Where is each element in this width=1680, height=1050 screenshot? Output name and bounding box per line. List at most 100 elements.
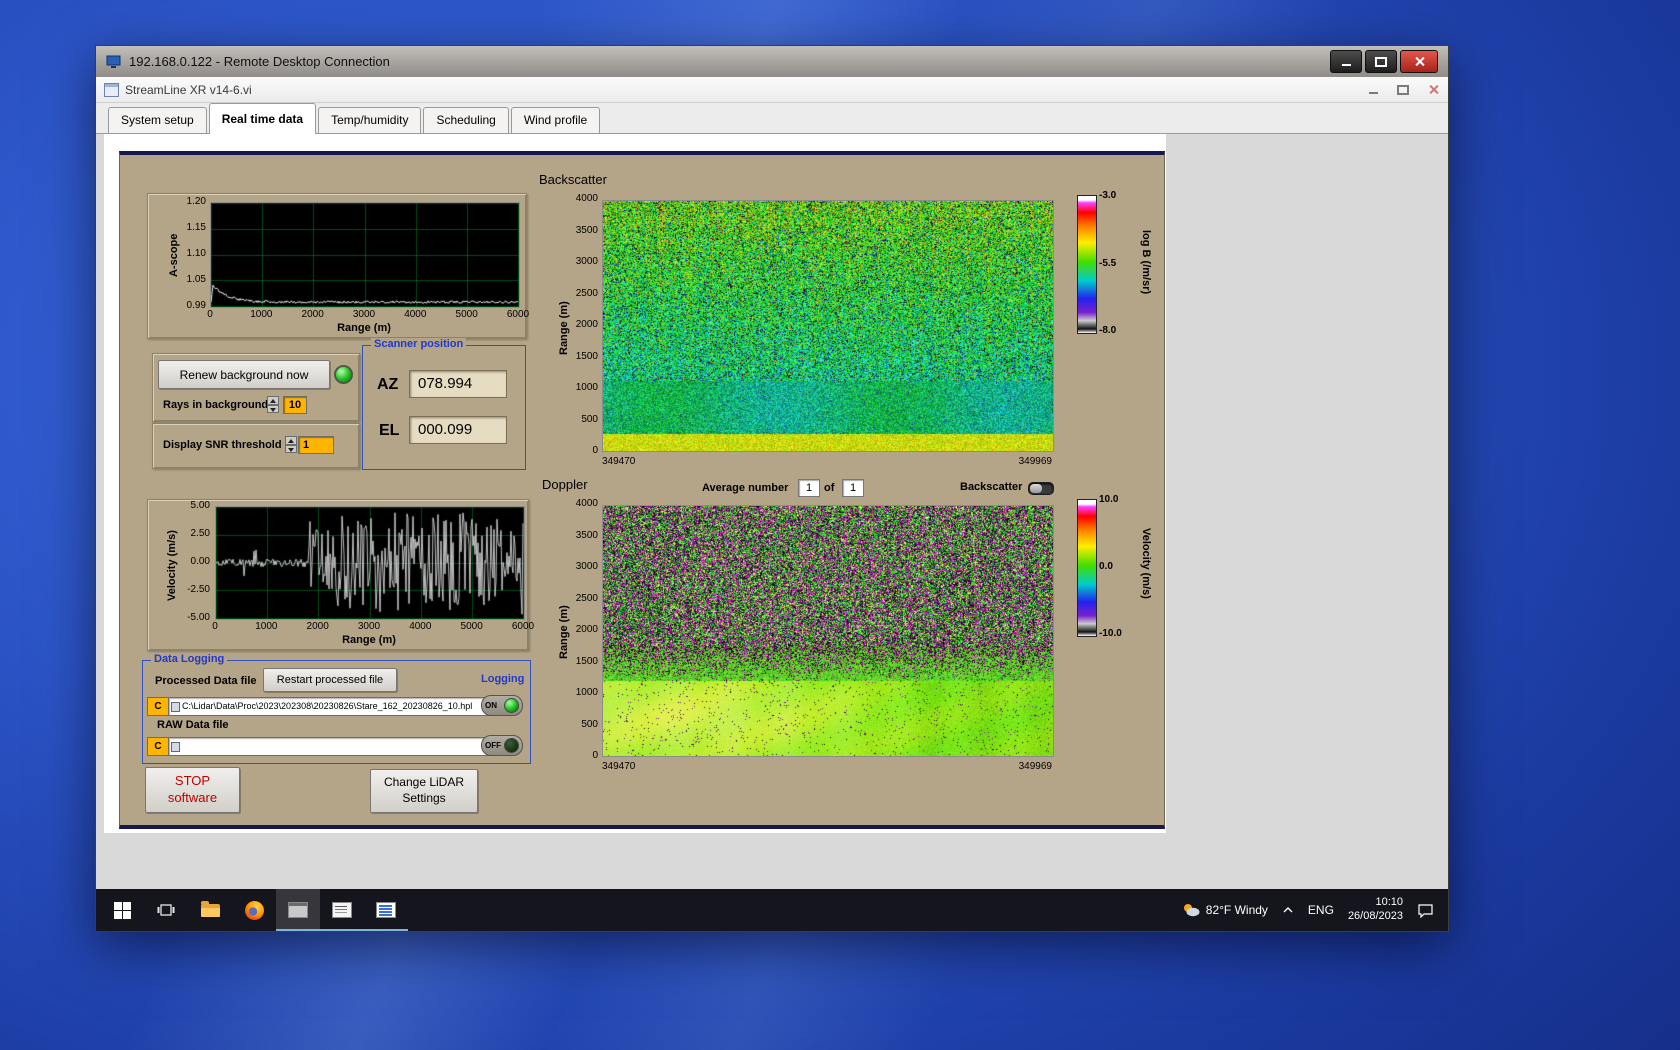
slider-knob[interactable]: [1030, 484, 1042, 493]
task-view-icon: [157, 902, 175, 918]
vi-window-icon: [376, 902, 396, 918]
tick-label: -2.50: [187, 585, 210, 595]
language-indicator[interactable]: ENG: [1308, 903, 1334, 917]
app-restore-button[interactable]: [1388, 78, 1418, 102]
tick-label: 1500: [576, 657, 598, 667]
decrement-icon[interactable]: [285, 445, 297, 454]
backscatter-toggle[interactable]: [1028, 482, 1054, 495]
backscatter-colorbar: [1077, 195, 1097, 334]
led-on-icon: [504, 698, 519, 713]
maximize-button[interactable]: [1365, 50, 1397, 73]
tab-wind-profile[interactable]: Wind profile: [511, 107, 600, 133]
tick-label: 1000: [576, 383, 598, 393]
renew-background-button[interactable]: Renew background now: [158, 360, 330, 389]
raw-drive-button[interactable]: C: [147, 737, 169, 756]
tick-label: 0: [592, 751, 598, 761]
ascope-xlabel: Range (m): [210, 322, 518, 334]
doppler-x-start: 349470: [602, 761, 635, 772]
close-button[interactable]: [1400, 50, 1438, 73]
tick-label: 2000: [304, 622, 332, 632]
action-center-icon[interactable]: [1417, 903, 1434, 918]
snr-spinner[interactable]: [285, 436, 297, 453]
rdp-titlebar[interactable]: 192.168.0.122 - Remote Desktop Connectio…: [96, 46, 1448, 78]
tick-label: 3000: [355, 622, 383, 632]
stop-software-button[interactable]: STOP software: [145, 767, 240, 813]
doppler-heatmap: [602, 505, 1054, 757]
doppler-cb-min: -10.0: [1099, 628, 1122, 639]
change-lidar-settings-button[interactable]: Change LiDAR Settings: [370, 769, 478, 813]
rays-value-field[interactable]: 10: [283, 396, 307, 414]
processed-logging-toggle[interactable]: ON: [481, 695, 523, 716]
tick-label: 4000: [401, 310, 429, 320]
firefox-button[interactable]: [232, 889, 276, 931]
tab-scheduling[interactable]: Scheduling: [423, 107, 508, 133]
processed-data-file-label: Processed Data file: [155, 675, 257, 687]
remote-desktop-icon: [106, 55, 122, 69]
task-view-button[interactable]: [144, 889, 188, 931]
app-titlebar[interactable]: StreamLine XR v14-6.vi: [96, 77, 1448, 103]
increment-icon[interactable]: [285, 436, 297, 445]
tick-label: 6000: [509, 622, 537, 632]
tick-label: 3500: [576, 226, 598, 236]
snr-value-field[interactable]: 1: [298, 436, 334, 454]
restart-processed-file-button[interactable]: Restart processed file: [263, 668, 397, 692]
raw-logging-toggle[interactable]: OFF: [481, 735, 523, 756]
raw-path-field[interactable]: [168, 737, 493, 756]
settings-button-line2: Settings: [402, 791, 445, 807]
file-explorer-button[interactable]: [188, 889, 232, 931]
az-value: 078.994: [409, 370, 507, 398]
velocity-yticks: 5.002.500.00-2.50-5.00: [168, 501, 210, 623]
scan-scheduler-icon: [332, 902, 352, 918]
background-group: Renew background now Rays in background …: [152, 353, 360, 422]
ascope-graph: A-scope 1.201.151.101.050.99 01000200030…: [147, 193, 527, 339]
doppler-cb-label: Velocity (m/s): [1140, 528, 1152, 599]
start-button[interactable]: [100, 889, 144, 931]
tab-system-setup[interactable]: System setup: [108, 107, 207, 133]
tick-label: 0: [196, 310, 224, 320]
increment-icon[interactable]: [267, 396, 279, 405]
snr-group: Display SNR threshold 1: [152, 423, 360, 469]
tick-label: 2500: [576, 594, 598, 604]
close-icon: [1428, 84, 1439, 95]
vi-window-button[interactable]: [364, 889, 408, 931]
decrement-icon[interactable]: [267, 405, 279, 414]
scanner-position-group: Scanner position AZ 078.994 EL 000.099: [362, 345, 526, 470]
minimize-button[interactable]: [1330, 50, 1362, 73]
scanner-position-title: Scanner position: [371, 338, 466, 350]
tick-label: 3000: [576, 562, 598, 572]
close-icon: [1414, 56, 1425, 67]
rays-in-background-label: Rays in background: [163, 399, 268, 411]
tray-expand-chevron-icon[interactable]: [1282, 906, 1294, 914]
tick-label: 1000: [247, 310, 275, 320]
background-status-led: [334, 365, 353, 384]
tab-temp-humidity[interactable]: Temp/humidity: [318, 107, 421, 133]
tick-label: 0.00: [191, 557, 210, 567]
clock[interactable]: 10:10 26/08/2023: [1348, 896, 1403, 924]
windows-logo-icon: [114, 902, 131, 919]
velocity-xticks: 0100020003000400050006000: [201, 622, 537, 632]
app-minimize-button[interactable]: [1358, 78, 1388, 102]
tick-label: 0: [201, 622, 229, 632]
app-window-controls: [1358, 78, 1448, 102]
system-tray: 82°F Windy ENG 10:10 26/08/2023: [1182, 889, 1448, 931]
average-total-field[interactable]: 1: [842, 479, 864, 497]
tick-label: 2500: [576, 289, 598, 299]
doppler-title: Doppler: [542, 477, 588, 492]
tick-label: 4000: [406, 622, 434, 632]
clock-date: 26/08/2023: [1348, 910, 1403, 924]
velocity-graph: Velocity (m/s) 5.002.500.00-2.50-5.00 01…: [147, 499, 529, 651]
average-number-field[interactable]: 1: [798, 479, 820, 497]
processed-drive-button[interactable]: C: [147, 697, 169, 716]
tab-real-time-data[interactable]: Real time data: [209, 103, 316, 134]
tick-label: 4000: [576, 194, 598, 204]
processed-path-field[interactable]: C:\Lidar\Data\Proc\2023\202308\20230826\…: [168, 697, 493, 716]
doppler-colorbar: [1077, 499, 1097, 637]
weather-widget[interactable]: 82°F Windy: [1182, 903, 1268, 917]
streamline-app-button[interactable]: [276, 889, 320, 931]
rays-spinner[interactable]: [267, 396, 279, 413]
backscatter-cb-mid: -5.5: [1099, 258, 1116, 269]
app-close-button[interactable]: [1418, 78, 1448, 102]
scan-scheduler-button[interactable]: [320, 889, 364, 931]
tick-label: 1.10: [187, 249, 206, 259]
backscatter-toggle-label: Backscatter: [960, 481, 1022, 493]
